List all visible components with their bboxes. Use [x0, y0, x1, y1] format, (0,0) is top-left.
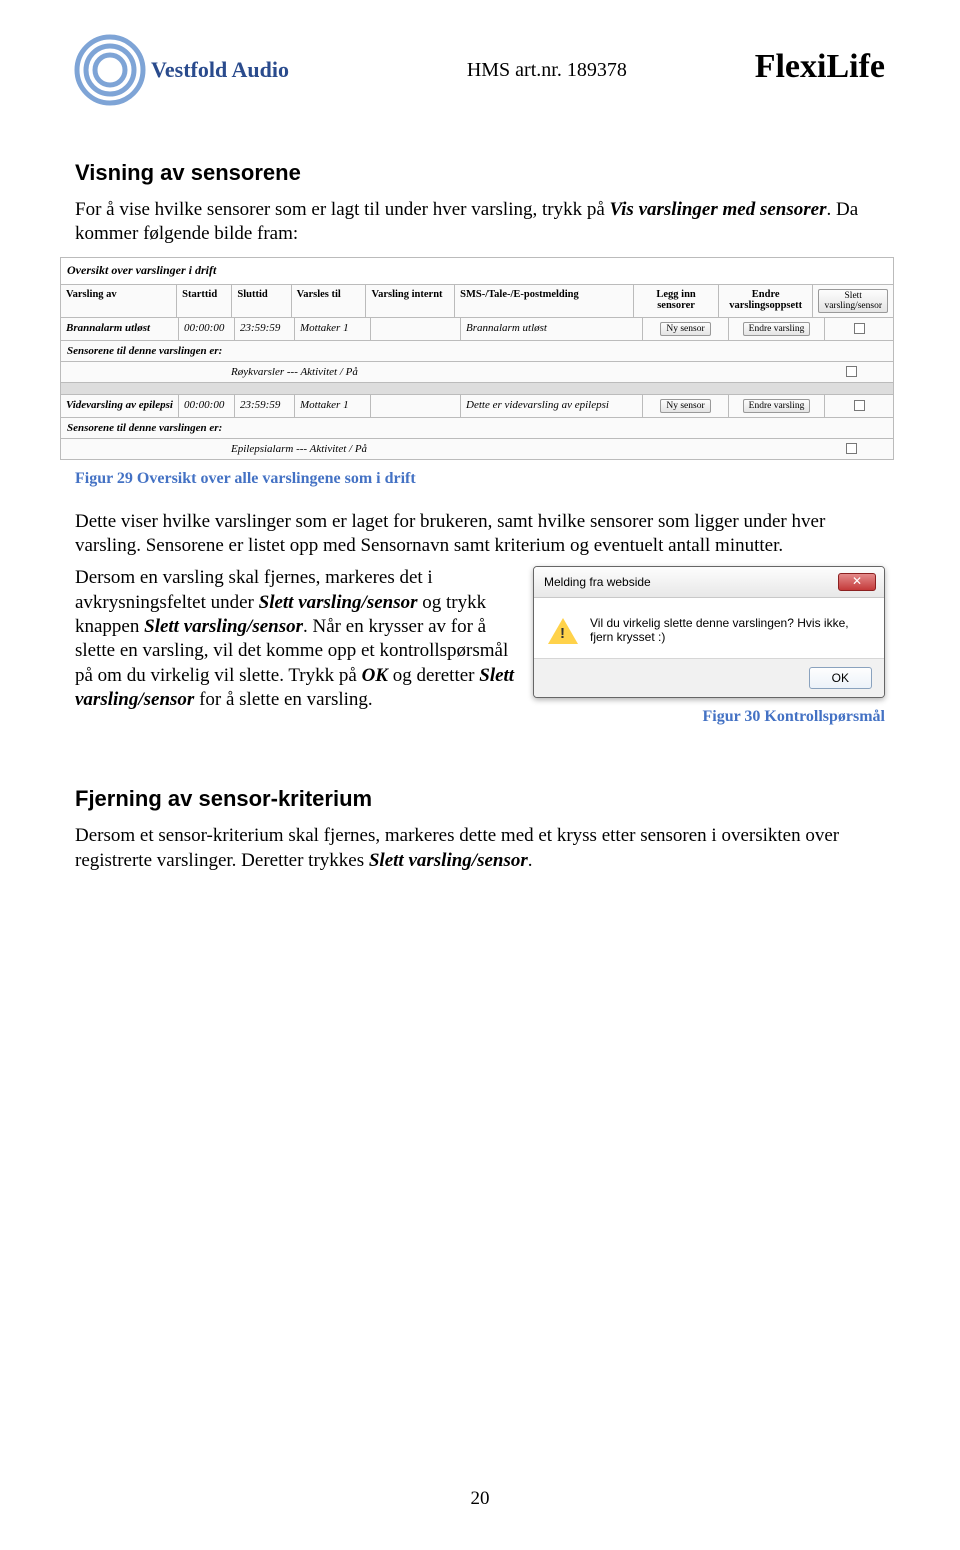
col-header: Sluttid — [232, 285, 291, 317]
sensor-text: Epilepsialarm --- Aktivitet / På — [231, 443, 367, 455]
cell: Brannalarm utløst — [61, 318, 179, 340]
dialog-titlebar: Melding fra webside ✕ — [534, 567, 884, 598]
dialog-message: Vil du virkelig slette denne varslingen?… — [590, 616, 870, 644]
section-title-visning: Visning av sensorene — [75, 160, 885, 186]
b: OK — [362, 665, 388, 686]
b: Slett varsling/sensor — [259, 592, 418, 613]
dialog-title-text: Melding fra webside — [544, 575, 651, 589]
t: for å slette en varsling. — [194, 689, 372, 710]
figure-30-caption: Figur 30 Kontrollspørsmål — [533, 708, 885, 726]
cell: Endre varsling — [729, 318, 825, 340]
ok-button[interactable]: OK — [809, 667, 872, 689]
dialog-footer: OK — [534, 658, 884, 697]
cell: 23:59:59 — [235, 395, 295, 417]
b: Slett varsling/sensor — [369, 850, 528, 871]
sensors-label-row: Sensorene til denne varslingen er: — [61, 418, 893, 439]
col-header: Varsles til — [292, 285, 367, 317]
cell: Ny sensor — [643, 318, 729, 340]
delete-header-button[interactable]: Slett varsling/sensor — [818, 289, 888, 313]
table-separator — [61, 383, 893, 395]
cell: Endre varsling — [729, 395, 825, 417]
logo-text: Vestfold Audio — [151, 57, 289, 83]
table-row: Brannalarm utløst 00:00:00 23:59:59 Mott… — [61, 318, 893, 341]
b: Slett varsling/sensor — [144, 616, 303, 637]
t: . — [528, 850, 533, 871]
sensors-label: Sensorene til denne varslingen er: — [67, 422, 222, 434]
col-header: Varsling internt — [366, 285, 455, 317]
cell — [371, 318, 461, 340]
col-header: Legg inn sensorer — [634, 285, 719, 317]
cell: 00:00:00 — [179, 318, 235, 340]
intro-text-a: For å vise hvilke sensorer som er lagt t… — [75, 199, 610, 220]
intro-paragraph: For å vise hvilke sensorer som er lagt t… — [75, 198, 885, 247]
section-title-fjerning: Fjerning av sensor-kriterium — [75, 786, 885, 812]
logo-swirl-icon — [75, 35, 145, 105]
warning-icon — [548, 618, 578, 644]
varslinger-table: Oversikt over varslinger i drift Varslin… — [60, 257, 894, 460]
delete-checkbox[interactable] — [854, 323, 865, 334]
col-header: SMS-/Tale-/E-postmelding — [455, 285, 634, 317]
cell: 00:00:00 — [179, 395, 235, 417]
new-sensor-button[interactable]: Ny sensor — [660, 322, 710, 336]
delete-checkbox[interactable] — [854, 400, 865, 411]
page-number: 20 — [0, 1488, 960, 1510]
delete-checkbox[interactable] — [846, 366, 857, 377]
delete-instructions: Dersom en varsling skal fjernes, markere… — [75, 566, 519, 712]
col-header: Varsling av — [61, 285, 177, 317]
edit-varsling-button[interactable]: Endre varsling — [743, 322, 811, 336]
sensor-line: Epilepsialarm --- Aktivitet / På — [61, 439, 893, 459]
fjerning-paragraph: Dersom et sensor-kriterium skal fjernes,… — [75, 824, 885, 873]
sensors-label: Sensorene til denne varslingen er: — [67, 345, 222, 357]
hms-number: HMS art.nr. 189378 — [467, 59, 627, 82]
figure-29-caption: Figur 29 Oversikt over alle varslingene … — [75, 470, 885, 488]
table-header-row: Varsling av Starttid Sluttid Varsles til… — [61, 285, 893, 318]
cell: Videvarsling av epilepsi — [61, 395, 179, 417]
brand-title: FlexiLife — [755, 48, 885, 86]
cell: Mottaker 1 — [295, 395, 371, 417]
col-header-btn: Slett varsling/sensor — [813, 285, 893, 317]
cell: Dette er videvarsling av epilepsi — [461, 395, 643, 417]
col-header: Endre varslingsoppsett — [719, 285, 814, 317]
intro-text-b: Vis varslinger med sensorer — [610, 199, 827, 220]
cell: 23:59:59 — [235, 318, 295, 340]
edit-varsling-button[interactable]: Endre varsling — [743, 399, 811, 413]
cell: Ny sensor — [643, 395, 729, 417]
delete-checkbox[interactable] — [846, 443, 857, 454]
cell: Brannalarm utløst — [461, 318, 643, 340]
confirmation-dialog: Melding fra webside ✕ Vil du virkelig sl… — [533, 566, 885, 698]
sensor-line: Røykvarsler --- Aktivitet / På — [61, 362, 893, 383]
page-header: Vestfold Audio HMS art.nr. 189378 FlexiL… — [75, 30, 885, 110]
sensors-label-row: Sensorene til denne varslingen er: — [61, 341, 893, 362]
two-column-section: Dersom en varsling skal fjernes, markere… — [75, 566, 885, 726]
dialog-body: Vil du virkelig slette denne varslingen?… — [534, 598, 884, 658]
cell: Mottaker 1 — [295, 318, 371, 340]
cell — [371, 395, 461, 417]
sensor-text: Røykvarsler --- Aktivitet / På — [231, 366, 358, 378]
table-title: Oversikt over varslinger i drift — [61, 258, 893, 285]
explain-paragraph: Dette viser hvilke varslinger som er lag… — [75, 510, 885, 559]
close-icon[interactable]: ✕ — [838, 573, 876, 591]
t: og deretter — [388, 665, 479, 686]
col-header: Starttid — [177, 285, 232, 317]
new-sensor-button[interactable]: Ny sensor — [660, 399, 710, 413]
cell — [825, 395, 893, 417]
table-row: Videvarsling av epilepsi 00:00:00 23:59:… — [61, 395, 893, 418]
cell — [825, 318, 893, 340]
logo: Vestfold Audio — [75, 35, 289, 105]
